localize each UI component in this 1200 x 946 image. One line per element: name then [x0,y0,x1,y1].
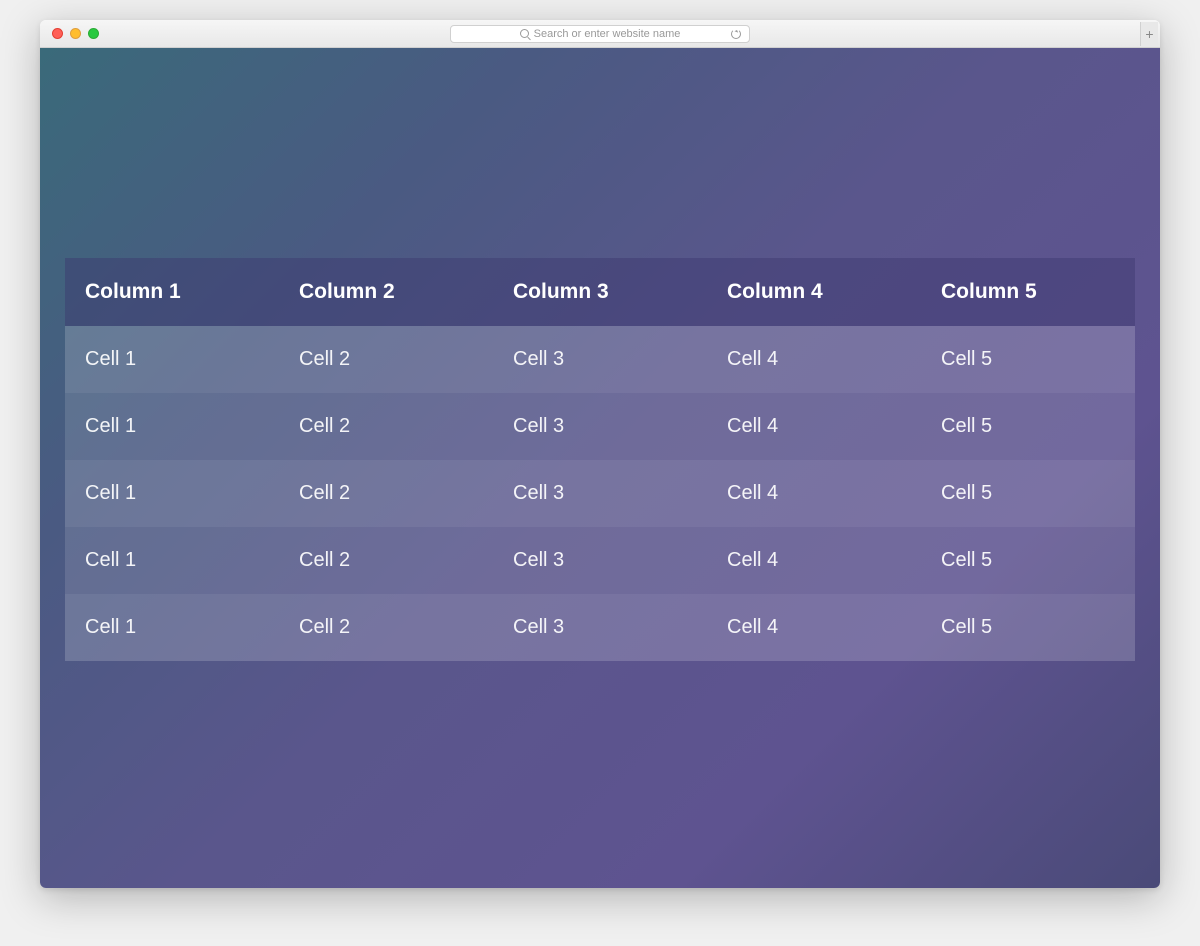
table-row: Cell 1 Cell 2 Cell 3 Cell 4 Cell 5 [65,527,1135,594]
table-cell: Cell 5 [921,527,1135,594]
table-cell: Cell 4 [707,393,921,460]
search-icon [520,29,529,38]
table-cell: Cell 2 [279,326,493,393]
close-icon[interactable] [52,28,63,39]
table-cell: Cell 1 [65,594,279,661]
table-cell: Cell 3 [493,326,707,393]
table-row: Cell 1 Cell 2 Cell 3 Cell 4 Cell 5 [65,460,1135,527]
table-cell: Cell 1 [65,326,279,393]
table-cell: Cell 5 [921,460,1135,527]
table-cell: Cell 5 [921,393,1135,460]
table-row: Cell 1 Cell 2 Cell 3 Cell 4 Cell 5 [65,393,1135,460]
table-cell: Cell 2 [279,393,493,460]
table-cell: Cell 4 [707,527,921,594]
window-controls [52,28,99,39]
table-cell: Cell 3 [493,460,707,527]
table-cell: Cell 2 [279,460,493,527]
table-row: Cell 1 Cell 2 Cell 3 Cell 4 Cell 5 [65,594,1135,661]
table-cell: Cell 2 [279,594,493,661]
table-cell: Cell 1 [65,527,279,594]
table-cell: Cell 4 [707,326,921,393]
reload-icon[interactable] [731,29,741,39]
table-cell: Cell 2 [279,527,493,594]
table-cell: Cell 3 [493,527,707,594]
table-header-row: Column 1 Column 2 Column 3 Column 4 Colu… [65,258,1135,326]
table-cell: Cell 5 [921,594,1135,661]
column-header: Column 5 [921,258,1135,326]
page-viewport: Column 1 Column 2 Column 3 Column 4 Colu… [40,48,1160,888]
browser-window: Search or enter website name + Column 1 … [40,20,1160,888]
column-header: Column 4 [707,258,921,326]
new-tab-button[interactable]: + [1140,22,1158,46]
table-cell: Cell 5 [921,326,1135,393]
table-cell: Cell 4 [707,594,921,661]
table-cell: Cell 3 [493,393,707,460]
table-cell: Cell 1 [65,393,279,460]
table-cell: Cell 3 [493,594,707,661]
table-cell: Cell 4 [707,460,921,527]
column-header: Column 2 [279,258,493,326]
minimize-icon[interactable] [70,28,81,39]
column-header: Column 3 [493,258,707,326]
data-table: Column 1 Column 2 Column 3 Column 4 Colu… [65,258,1135,661]
address-placeholder: Search or enter website name [534,28,681,40]
browser-toolbar: Search or enter website name + [40,20,1160,48]
table-cell: Cell 1 [65,460,279,527]
column-header: Column 1 [65,258,279,326]
maximize-icon[interactable] [88,28,99,39]
table-row: Cell 1 Cell 2 Cell 3 Cell 4 Cell 5 [65,326,1135,393]
address-bar[interactable]: Search or enter website name [450,25,750,43]
